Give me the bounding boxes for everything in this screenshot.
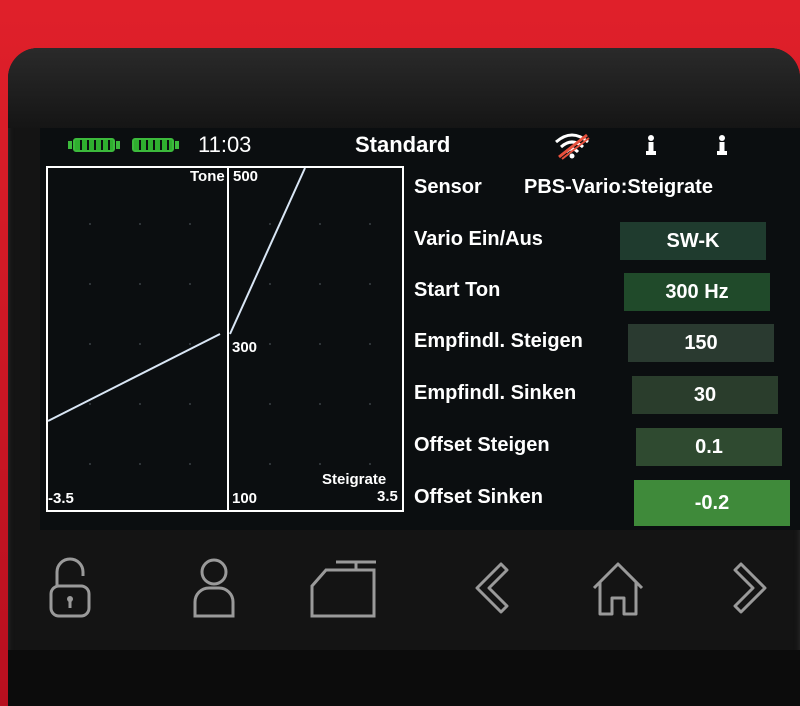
setting-value-button[interactable]: -0.2 [634, 480, 790, 526]
setting-value-button[interactable]: SW-K [620, 222, 766, 260]
graph-label-max: 3.5 [377, 488, 398, 505]
setting-label: Empfindl. Steigen [414, 330, 583, 352]
setting-label: Empfindl. Sinken [414, 382, 577, 404]
setting-row-vario[interactable]: Vario Ein/Aus SW-K [414, 220, 800, 260]
graph-label-min: -3.5 [48, 490, 74, 507]
stick-mode-icon-2 [717, 135, 727, 155]
back-icon[interactable] [448, 548, 528, 628]
setting-value-button[interactable]: 30 [632, 376, 778, 414]
setting-row-offset-climb[interactable]: Offset Steigen 0.1 [414, 426, 800, 466]
setting-row-offset-sink[interactable]: Offset Sinken -0.2 [414, 478, 800, 526]
display-screen: 11:03 Standard Tone 500 300 100 -3.5 Ste… [40, 128, 800, 530]
setting-value-button[interactable]: 150 [628, 324, 774, 362]
sensor-value[interactable]: PBS-Vario:Steigrate [524, 176, 713, 199]
home-icon[interactable] [578, 548, 658, 628]
setting-value-button[interactable]: 300 Hz [624, 273, 770, 311]
model-icon[interactable] [304, 548, 384, 628]
climb-curve [229, 167, 306, 335]
setting-row-sens-climb[interactable]: Empfindl. Steigen 150 [414, 322, 800, 362]
device-bottom-edge [8, 650, 800, 706]
user-icon[interactable] [174, 548, 254, 628]
lock-open-icon[interactable] [30, 548, 110, 628]
setting-row-sens-sink[interactable]: Empfindl. Sinken 30 [414, 374, 800, 414]
graph-label-500: 500 [233, 168, 259, 185]
setting-label: Offset Steigen [414, 434, 550, 456]
battery-tx-icon [68, 137, 120, 153]
forward-icon[interactable] [714, 548, 794, 628]
bottom-navigation [8, 540, 800, 650]
sink-curve [47, 333, 221, 422]
battery-rx-icon [132, 137, 179, 153]
status-bar: 11:03 Standard [40, 128, 800, 162]
sensor-row[interactable]: Sensor PBS-Vario:Steigrate [414, 168, 800, 208]
clock: 11:03 [198, 132, 252, 157]
bezel-top [8, 48, 800, 128]
setting-label: Start Ton [414, 279, 501, 301]
setting-value-button[interactable]: 0.1 [636, 428, 782, 466]
setting-row-start-tone[interactable]: Start Ton 300 Hz [414, 271, 800, 311]
sensor-label: Sensor [414, 176, 482, 198]
setting-label: Vario Ein/Aus [414, 228, 543, 250]
vario-tone-graph: Tone 500 300 100 -3.5 Steigrate 3.5 [40, 164, 405, 515]
graph-label-300: 300 [232, 339, 258, 356]
model-title[interactable]: Standard [355, 132, 450, 158]
graph-label-tone: Tone [190, 168, 225, 185]
graph-axis-label: Steigrate [322, 471, 387, 488]
wifi-off-icon [555, 133, 590, 160]
graph-label-100: 100 [232, 490, 258, 507]
setting-label: Offset Sinken [414, 486, 543, 508]
stick-mode-icon-1 [646, 135, 656, 155]
